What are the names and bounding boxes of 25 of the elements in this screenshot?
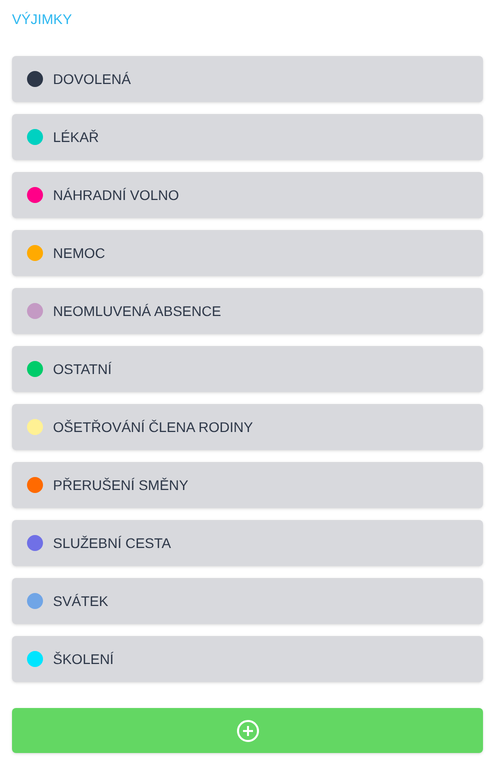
category-label: ŠKOLENÍ xyxy=(53,650,114,668)
category-label: DOVOLENÁ xyxy=(53,70,131,88)
category-label: NEMOC xyxy=(53,244,106,262)
category-label: NÁHRADNÍ VOLNO xyxy=(53,186,180,204)
category-label: NEOMLUVENÁ ABSENCE xyxy=(53,302,222,320)
category-item[interactable]: DOVOLENÁ xyxy=(12,56,483,102)
category-label: OŠETŘOVÁNÍ ČLENA RODINY xyxy=(53,418,253,436)
category-item[interactable]: SLUŽEBNÍ CESTA xyxy=(12,520,483,566)
add-button[interactable] xyxy=(12,708,483,753)
section-title: VÝJIMKY xyxy=(12,10,72,28)
plus-circle-icon xyxy=(236,720,258,742)
category-item[interactable]: LÉKAŘ xyxy=(12,114,483,160)
category-item[interactable]: NEOMLUVENÁ ABSENCE xyxy=(12,288,483,334)
category-item[interactable]: NÁHRADNÍ VOLNO xyxy=(12,172,483,218)
category-label: PŘERUŠENÍ SMĚNY xyxy=(53,476,188,494)
category-label: SVÁTEK xyxy=(53,592,108,610)
category-label: SLUŽEBNÍ CESTA xyxy=(53,534,171,552)
category-item[interactable]: OSTATNÍ xyxy=(12,346,483,392)
category-item[interactable]: NEMOC xyxy=(12,230,483,276)
category-item[interactable]: SVÁTEK xyxy=(12,578,483,624)
category-label: LÉKAŘ xyxy=(53,128,99,146)
category-item[interactable]: OŠETŘOVÁNÍ ČLENA RODINY xyxy=(12,404,483,450)
category-item[interactable]: PŘERUŠENÍ SMĚNY xyxy=(12,462,483,508)
category-item[interactable]: ŠKOLENÍ xyxy=(12,636,483,682)
category-label: OSTATNÍ xyxy=(53,360,112,378)
